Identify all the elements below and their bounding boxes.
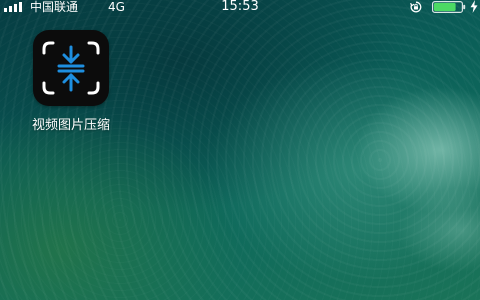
charging-bolt-icon [470, 0, 478, 13]
rotation-lock-icon [410, 1, 422, 13]
app-icon[interactable] [33, 30, 109, 106]
battery-icon [432, 1, 466, 13]
status-bar: 中国联通 4G 15:53 [0, 0, 480, 14]
app-video-image-compress[interactable]: 视频图片压缩 [20, 30, 122, 140]
compress-icon [42, 41, 100, 95]
status-time: 15:53 [221, 0, 259, 14]
app-label: 视频图片压缩 [31, 118, 110, 133]
